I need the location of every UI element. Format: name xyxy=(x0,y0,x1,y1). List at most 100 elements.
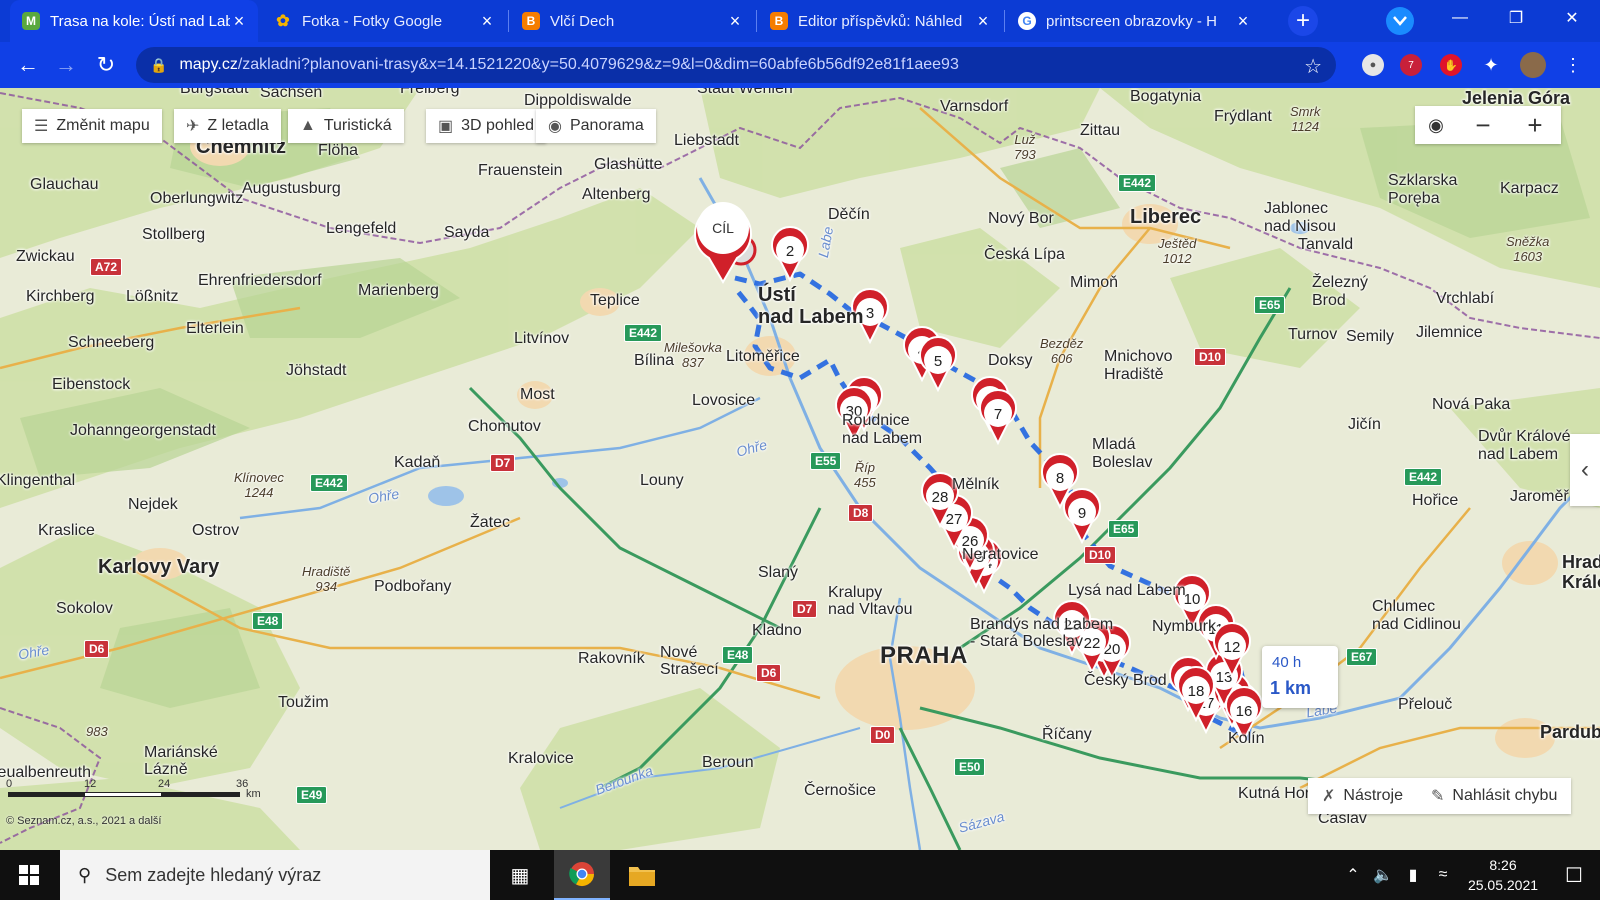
place-label: Glashütte xyxy=(594,156,663,173)
tab-printscreen[interactable]: G printscreen obrazovky - H × xyxy=(1006,0,1262,42)
extension-badge-icon[interactable]: 7 xyxy=(1400,54,1422,76)
place-label: Lovosice xyxy=(692,392,756,409)
file-explorer-icon[interactable] xyxy=(614,850,670,900)
place-label: Kutná Hora xyxy=(1238,785,1319,802)
tourist-map-button[interactable]: ▲ Turistická xyxy=(288,109,404,143)
chrome-icon[interactable] xyxy=(554,850,610,900)
notifications-icon[interactable]: ☐ xyxy=(1548,863,1600,888)
place-label: Mladá Boleslav xyxy=(1092,436,1153,471)
place-label: Litoměřice xyxy=(726,348,800,365)
place-label: Neratovice xyxy=(962,546,1039,563)
route-summary[interactable]: 40 h 1 km xyxy=(1262,646,1338,708)
place-label: Chlumec nad Cidlinou xyxy=(1372,598,1461,633)
tab-vlci-dech[interactable]: B Vlčí Dech × xyxy=(510,0,754,42)
mountain-icon: ▲ xyxy=(300,117,316,134)
place-label: Marienberg xyxy=(358,282,439,299)
place-label: Kraslice xyxy=(38,522,95,539)
address-bar[interactable]: 🔒 mapy.cz/zakladni?planovani-trasy&x=14.… xyxy=(136,47,1336,83)
marker-label: 16 xyxy=(1236,703,1253,720)
place-label: Hradec Králové xyxy=(1562,552,1600,592)
wifi-icon[interactable]: ≈ xyxy=(1428,866,1458,884)
panorama-button[interactable]: ◉ Panorama xyxy=(536,109,656,143)
change-map-button[interactable]: ☰ Změnit mapu xyxy=(22,109,162,143)
windows-start-icon[interactable] xyxy=(0,850,58,900)
extension-badge: 7 xyxy=(1408,59,1414,71)
tab-mapy[interactable]: M Trasa na kole: Ústí nad Lab × xyxy=(10,0,258,42)
place-label: Zittau xyxy=(1080,122,1121,139)
puzzle-icon[interactable]: ✦ xyxy=(1480,54,1502,76)
route-marker[interactable]: 9 xyxy=(1063,488,1101,545)
map-canvas[interactable]: 2924252120191715141346235789101112161822… xyxy=(0,88,1600,850)
airplane-icon: ✈ xyxy=(186,118,200,135)
minimize-icon[interactable]: — xyxy=(1432,0,1488,36)
scale-tick: 12 xyxy=(84,778,97,790)
zoom-out-button[interactable]: − xyxy=(1457,106,1509,144)
3d-view-button[interactable]: ▣ 3D pohled xyxy=(426,109,547,143)
tools-icon: ✗ xyxy=(1322,788,1336,805)
close-icon[interactable]: × xyxy=(974,11,992,32)
panel-toggle-chevron-icon[interactable]: ‹ xyxy=(1570,434,1600,506)
route-marker[interactable]: 2 xyxy=(771,226,809,283)
road-shield: E442 xyxy=(624,324,663,342)
peak-label: Klínovec 1244 xyxy=(234,470,284,500)
menu-dots-icon[interactable]: ⋮ xyxy=(1562,54,1584,76)
zoom-in-button[interactable]: + xyxy=(1509,106,1561,144)
peak-label: Sněžka 1603 xyxy=(1506,234,1550,264)
tab-search-icon[interactable] xyxy=(1386,7,1414,35)
restore-icon[interactable]: ❐ xyxy=(1488,0,1544,36)
place-label: Stollberg xyxy=(142,226,206,243)
road-shield: D6 xyxy=(756,664,782,682)
close-icon[interactable]: × xyxy=(230,11,248,32)
close-icon[interactable]: × xyxy=(1234,11,1252,32)
close-icon[interactable]: × xyxy=(478,11,496,32)
report-error-button[interactable]: ✎ Nahlásit chybu xyxy=(1417,786,1571,806)
locate-me-icon[interactable]: ◉ xyxy=(1415,106,1457,144)
url-host: mapy.cz xyxy=(179,56,238,73)
avatar[interactable] xyxy=(1520,52,1546,78)
volume-icon[interactable]: 🔈 xyxy=(1368,865,1398,885)
finish-marker[interactable]: CÍL xyxy=(694,202,757,284)
reload-icon[interactable]: ↻ xyxy=(92,51,120,79)
windows-taskbar: ⚲ Sem zadejte hledaný výraz ▦ ⌃ 🔈 ▮ ≈ 8:… xyxy=(0,850,1600,900)
place-label: Sayda xyxy=(444,224,490,241)
route-marker[interactable]: 5 xyxy=(919,336,957,393)
place-label: Kralupy nad Vltavou xyxy=(828,584,913,618)
clock[interactable]: 8:26 25.05.2021 xyxy=(1458,855,1548,895)
taskbar-search-input[interactable]: ⚲ Sem zadejte hledaný výraz xyxy=(60,850,490,900)
battery-icon[interactable]: ▮ xyxy=(1398,865,1428,885)
close-window-icon[interactable]: ✕ xyxy=(1544,0,1600,36)
place-label: Děčín xyxy=(828,206,870,223)
chevron-up-icon[interactable]: ⌃ xyxy=(1338,865,1368,885)
place-label: Altenberg xyxy=(582,186,651,203)
tab-editor[interactable]: B Editor příspěvků: Náhled × xyxy=(758,0,1002,42)
place-label: PRAHA xyxy=(880,642,968,669)
google-icon: G xyxy=(1018,12,1036,30)
scale-tick: 0 xyxy=(6,778,13,790)
peak-label: Milešovka 837 xyxy=(664,340,722,370)
place-label: Teplice xyxy=(590,292,640,309)
close-icon[interactable]: × xyxy=(726,11,744,32)
tools-button[interactable]: ✗ Nástroje xyxy=(1308,786,1417,806)
road-shield: D7 xyxy=(792,600,818,618)
button-label: Z letadla xyxy=(207,117,269,134)
place-label: Dvůr Králové nad Labem xyxy=(1478,428,1571,463)
tab-google-photos[interactable]: ✿ Fotka - Fotky Google × xyxy=(262,0,506,42)
task-view-icon[interactable]: ▦ xyxy=(492,850,548,900)
back-icon[interactable]: ← xyxy=(14,51,42,79)
aerial-view-button[interactable]: ✈ Z letadla xyxy=(174,109,281,143)
place-label: Česká Lípa xyxy=(984,246,1065,263)
tab-title: Fotka - Fotky Google xyxy=(302,12,443,30)
adblock-icon[interactable]: ✋ xyxy=(1440,54,1462,76)
bookmark-star-icon[interactable]: ☆ xyxy=(1304,54,1322,79)
new-tab-button[interactable]: + xyxy=(1288,6,1318,36)
extension-icon[interactable]: ● xyxy=(1362,54,1384,76)
place-label: Litvínov xyxy=(514,330,570,347)
peak-label: Hradiště 934 xyxy=(302,564,351,594)
forward-icon[interactable]: → xyxy=(52,51,80,79)
route-marker[interactable]: 7 xyxy=(979,389,1017,446)
peak-label: Bezděz 606 xyxy=(1040,336,1084,366)
tab-title: Vlčí Dech xyxy=(550,12,615,30)
place-label: Louny xyxy=(640,472,684,489)
place-label: Říčany xyxy=(1042,726,1092,743)
place-label: Ehrenfriedersdorf xyxy=(198,272,322,289)
